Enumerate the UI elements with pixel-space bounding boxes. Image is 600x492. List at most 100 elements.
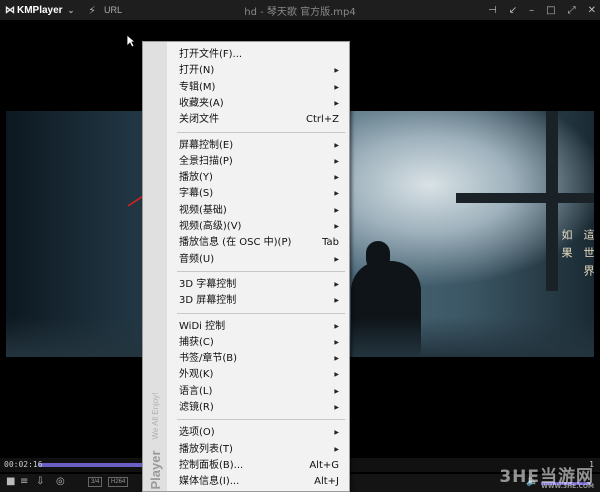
current-time: 00:02:16 — [4, 460, 43, 469]
download-icon[interactable]: ⇩ — [36, 476, 44, 487]
shrink-icon[interactable]: ↙ — [509, 5, 517, 16]
window-controls: ⊣ ↙ – □ ⤢ ✕ — [488, 0, 596, 20]
submenu-arrow-icon: ▶ — [334, 157, 339, 165]
menu-item[interactable]: 视频(基础) ▶ — [179, 203, 343, 219]
kmplayer-menu-button[interactable]: ⋈ KMPlayer ⌄ — [0, 5, 74, 16]
submenu-arrow-icon: ▶ — [334, 429, 339, 437]
menu-separator — [177, 270, 345, 272]
fullscreen-icon[interactable]: ⤢ — [568, 5, 576, 16]
menu-item-label: 打开(N) — [179, 65, 215, 77]
maximize-icon[interactable]: □ — [546, 5, 555, 16]
app-brand: KMPlayer — [17, 4, 63, 16]
submenu-arrow-icon: ▶ — [334, 387, 339, 395]
vr-icon[interactable]: ◎ — [56, 476, 65, 487]
submenu-arrow-icon: ▶ — [334, 445, 339, 453]
menu-item[interactable]: 专辑(M) ▶ — [179, 80, 343, 96]
menu-item-label: 视频(基础) — [179, 204, 227, 216]
menu-item[interactable]: 播放(Y) ▶ — [179, 170, 343, 186]
watermark: 3HE当游网 WWW.3HE.COM — [499, 462, 594, 490]
minimize-icon[interactable]: – — [529, 5, 534, 16]
menu-item-label: 播放列表(T) — [179, 443, 233, 455]
menu-item[interactable]: 收藏夹(A) ▶ — [179, 96, 343, 112]
menu-separator — [177, 419, 345, 421]
submenu-arrow-icon: ▶ — [334, 206, 339, 214]
submenu-arrow-icon: ▶ — [334, 322, 339, 330]
menu-item-label: 字幕(S) — [179, 188, 214, 200]
codec-badge[interactable]: H264 — [108, 477, 129, 487]
menu-item[interactable]: 字幕(S) ▶ — [179, 186, 343, 202]
menu-item[interactable]: 3D 屏幕控制 ▶ — [179, 293, 343, 309]
menu-side-brand: Player — [148, 449, 163, 489]
submenu-arrow-icon: ▶ — [334, 174, 339, 182]
menu-item-label: 书签/章节(B) — [179, 353, 238, 365]
menu-item-shortcut: Alt+J — [314, 476, 339, 488]
chevron-down-icon: ⌄ — [67, 5, 75, 15]
menu-item-label: 外观(K) — [179, 369, 214, 381]
context-menu: Player We All Enjoy! 打开文件(F)... 打开(N) ▶ 专辑(… — [142, 41, 350, 492]
audio-track-badge[interactable]: 3/4 — [88, 477, 103, 487]
menu-item-label: 3D 字幕控制 — [179, 278, 237, 290]
submenu-arrow-icon: ▶ — [334, 190, 339, 198]
menu-item[interactable]: WiDi 控制 ▶ — [179, 319, 343, 335]
cross-beam-horizontal — [456, 193, 594, 203]
menu-item[interactable]: 播放列表(T) ▶ — [179, 442, 343, 458]
menu-item[interactable]: 屏幕控制(E) ▶ — [179, 138, 343, 154]
menu-item[interactable]: 打开(N) ▶ — [179, 63, 343, 79]
menu-item-label: WiDi 控制 — [179, 320, 226, 332]
menu-item[interactable]: 视频(高级)(V) ▶ — [179, 219, 343, 235]
menu-item[interactable]: 媒体信息(I)... Alt+J — [179, 474, 343, 490]
menu-item-label: 关闭文件 — [179, 114, 219, 126]
menu-side-text: Player We All Enjoy! — [147, 393, 165, 489]
submenu-arrow-icon: ▶ — [334, 404, 339, 411]
menu-item[interactable]: 语言(L) ▶ — [179, 384, 343, 400]
list-icon[interactable]: ≡ — [20, 476, 28, 487]
title-bar: ⋈ KMPlayer ⌄ ⚡ URL hd - 琴天歌 官方版.mp4 ⊣ ↙ … — [0, 0, 600, 20]
lyric-overlay: 如果 這世界 一片 黑 — [558, 229, 594, 283]
submenu-arrow-icon: ▶ — [334, 355, 339, 363]
menu-item-label: 视频(高级)(V) — [179, 221, 242, 232]
menu-item[interactable]: 3D 字幕控制 ▶ — [179, 277, 343, 293]
menu-item-label: 媒体信息(I)... — [179, 476, 240, 488]
close-icon[interactable]: ✕ — [588, 5, 596, 16]
menu-item-label: 全景扫描(P) — [179, 155, 233, 167]
menu-item[interactable]: 滤镜(R) ▶ — [179, 400, 343, 416]
submenu-arrow-icon: ▶ — [334, 280, 339, 288]
url-button[interactable]: URL — [104, 5, 122, 15]
menu-item[interactable]: 捕获(C) ▶ — [179, 335, 343, 351]
menu-item-label: 打开文件(F)... — [179, 49, 243, 60]
lightning-icon[interactable]: ⚡ — [88, 4, 96, 17]
pin-icon[interactable]: ⊣ — [488, 5, 497, 16]
submenu-arrow-icon: ▶ — [334, 297, 339, 305]
menu-item-label: 屏幕控制(E) — [179, 139, 234, 151]
menu-item-label: 专辑(M) — [179, 81, 216, 93]
menu-item-label: 收藏夹(A) — [179, 97, 224, 109]
submenu-arrow-icon: ▶ — [334, 338, 339, 346]
lyric-column: 如果 — [560, 229, 573, 265]
menu-item-shortcut: Tab — [322, 237, 339, 249]
menu-item[interactable]: 外观(K) ▶ — [179, 367, 343, 383]
menu-item[interactable]: 关闭文件 Ctrl+Z — [179, 112, 343, 128]
lyric-column: 這世界 — [582, 229, 594, 283]
menu-item-shortcut: Ctrl+Z — [305, 114, 339, 126]
menu-item-label: 控制面板(B)... — [179, 459, 244, 471]
submenu-arrow-icon: ▶ — [334, 223, 339, 230]
menu-separator — [177, 131, 345, 133]
mouse-cursor-icon — [126, 34, 136, 48]
menu-side-slogan: We All Enjoy! — [151, 392, 160, 440]
menu-item[interactable]: 打开文件(F)... — [179, 47, 343, 63]
menu-item[interactable]: 音频(U) ▶ — [179, 252, 343, 268]
stop-icon[interactable]: ■ — [6, 476, 15, 487]
menu-item[interactable]: 全景扫描(P) ▶ — [179, 154, 343, 170]
menu-item[interactable]: 播放信息 (在 OSC 中)(P) Tab — [179, 235, 343, 251]
menu-item[interactable]: 选项(O) ▶ — [179, 425, 343, 441]
submenu-arrow-icon: ▶ — [334, 99, 339, 107]
menu-item-label: 播放(Y) — [179, 172, 213, 184]
menu-item-label: 滤镜(R) — [179, 402, 214, 413]
menu-item-label: 选项(O) — [179, 427, 215, 439]
menu-item[interactable]: 书签/章节(B) ▶ — [179, 351, 343, 367]
menu-item[interactable]: 控制面板(B)... Alt+G — [179, 458, 343, 474]
menu-item-label: 音频(U) — [179, 253, 215, 265]
submenu-arrow-icon: ▶ — [334, 83, 339, 91]
menu-item-label: 3D 屏幕控制 — [179, 295, 237, 307]
menu-side-banner: Player We All Enjoy! — [143, 42, 167, 491]
